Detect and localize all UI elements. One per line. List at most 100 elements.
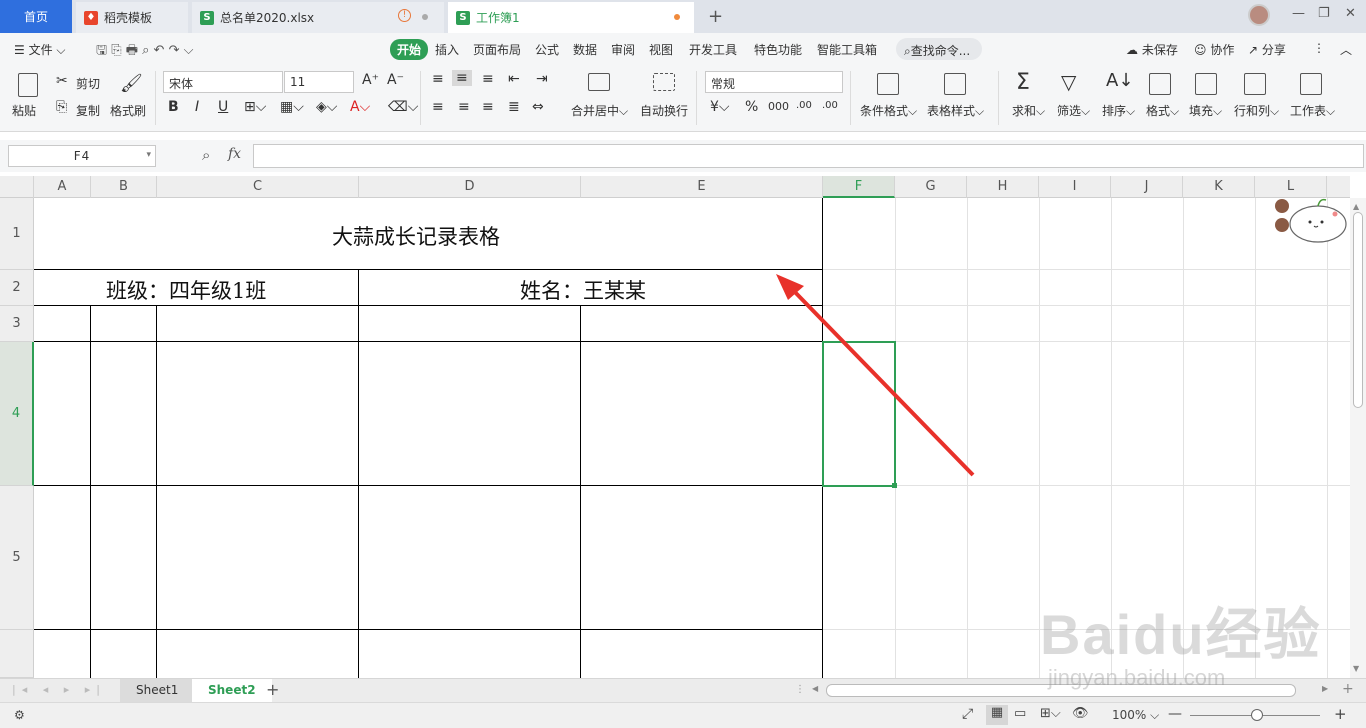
row-header-6[interactable] bbox=[0, 630, 34, 678]
tab-docer-templates[interactable]: ♦ 稻壳模板 bbox=[76, 2, 188, 33]
column-header-K[interactable]: K bbox=[1183, 176, 1255, 198]
border-icon[interactable]: ⊞⌵ bbox=[244, 99, 266, 115]
filter-button[interactable]: 筛选⌵ bbox=[1057, 102, 1090, 119]
share-button[interactable]: ↗ 分享 bbox=[1248, 41, 1286, 58]
column-header-J[interactable]: J bbox=[1111, 176, 1183, 198]
worksheet-icon[interactable] bbox=[1300, 73, 1322, 95]
align-bottom-icon[interactable]: ≡ bbox=[482, 71, 494, 87]
justify-icon[interactable]: ≣ bbox=[508, 99, 520, 115]
tab-roster-file[interactable]: S 总名单2020.xlsx ! bbox=[192, 2, 444, 33]
format-button[interactable]: 格式⌵ bbox=[1146, 102, 1179, 119]
column-header-H[interactable]: H bbox=[967, 176, 1039, 198]
format-icon[interactable] bbox=[1149, 73, 1171, 95]
select-all-corner[interactable] bbox=[0, 176, 34, 198]
percent-icon[interactable]: % bbox=[745, 99, 758, 115]
menu-tab-review[interactable]: 审阅 bbox=[611, 41, 635, 58]
cut-icon[interactable]: ✂ bbox=[56, 73, 68, 89]
zoom-formula-icon[interactable]: ⌕ bbox=[202, 146, 210, 164]
tab-workbook1[interactable]: S 工作簿1 bbox=[448, 2, 694, 33]
zoom-out-icon[interactable]: — bbox=[1168, 706, 1182, 722]
more-icon[interactable]: ⋮ bbox=[1313, 41, 1325, 55]
align-right-icon[interactable]: ≡ bbox=[482, 99, 494, 115]
fill-color-icon[interactable]: ◈⌵ bbox=[316, 99, 337, 115]
row-column-button[interactable]: 行和列⌵ bbox=[1234, 102, 1279, 119]
font-family-select[interactable]: 宋体 bbox=[163, 71, 283, 93]
menu-tab-smart-tools[interactable]: 智能工具箱 bbox=[817, 41, 877, 58]
collab-button[interactable]: ☺ 协作 bbox=[1194, 41, 1234, 58]
italic-icon[interactable]: I bbox=[195, 99, 199, 115]
column-header-F[interactable]: F bbox=[823, 176, 895, 198]
sort-button[interactable]: 排序⌵ bbox=[1102, 102, 1135, 119]
command-search[interactable]: ⌕查找命令... bbox=[896, 38, 982, 60]
unsaved-dot-icon[interactable] bbox=[674, 14, 680, 20]
align-middle-icon[interactable]: ≡ bbox=[452, 70, 472, 86]
currency-icon[interactable]: ¥⌵ bbox=[710, 99, 730, 115]
page-break-icon[interactable]: ⊞⌵ bbox=[1040, 706, 1061, 721]
sort-icon[interactable]: A↓ bbox=[1106, 70, 1133, 91]
normal-view-icon[interactable]: ▦ bbox=[986, 705, 1008, 725]
menu-tab-developer[interactable]: 开发工具 bbox=[689, 41, 737, 58]
menu-tab-formula[interactable]: 公式 bbox=[535, 41, 559, 58]
avatar[interactable] bbox=[1248, 4, 1270, 26]
split-handle-icon[interactable]: ⋮ bbox=[795, 684, 805, 695]
column-header-L[interactable]: L bbox=[1255, 176, 1327, 198]
merge-center-button[interactable]: 合并居中⌵ bbox=[571, 102, 628, 119]
zoom-in-icon[interactable]: + bbox=[1334, 705, 1347, 723]
sum-button[interactable]: 求和⌵ bbox=[1012, 102, 1045, 119]
sum-icon[interactable]: Σ bbox=[1016, 70, 1030, 95]
menu-tab-data[interactable]: 数据 bbox=[573, 41, 597, 58]
fill-icon[interactable] bbox=[1195, 73, 1217, 95]
worksheet-button[interactable]: 工作表⌵ bbox=[1290, 102, 1335, 119]
copy-icon[interactable]: ⎘ bbox=[56, 99, 67, 115]
fx-icon[interactable]: fx bbox=[228, 146, 241, 162]
eye-protection-icon[interactable]: 👁 bbox=[1072, 706, 1089, 721]
zoom-slider-knob[interactable] bbox=[1251, 709, 1263, 721]
column-header-D[interactable]: D bbox=[359, 176, 581, 198]
tab-home[interactable]: 首页 bbox=[0, 0, 72, 33]
column-header-A[interactable]: A bbox=[34, 176, 91, 198]
menu-tab-insert[interactable]: 插入 bbox=[435, 41, 459, 58]
align-top-icon[interactable]: ≡ bbox=[432, 71, 444, 87]
bold-icon[interactable]: B bbox=[168, 99, 179, 115]
chevron-down-icon[interactable]: ▾ bbox=[146, 150, 152, 160]
close-dot-icon[interactable] bbox=[422, 14, 428, 20]
table-style-button[interactable]: 表格样式⌵ bbox=[927, 102, 984, 119]
restore-icon[interactable]: ❐ bbox=[1318, 6, 1330, 21]
number-format-select[interactable]: 常规 bbox=[705, 71, 843, 93]
align-left-icon[interactable]: ≡ bbox=[432, 99, 444, 115]
row-header-5[interactable]: 5 bbox=[0, 486, 34, 630]
row-header-2[interactable]: 2 bbox=[0, 270, 34, 306]
indent-decrease-icon[interactable]: ⇤ bbox=[508, 71, 520, 87]
sheet-tab-sheet1[interactable]: Sheet1 bbox=[120, 679, 195, 702]
scroll-down-icon[interactable]: ▼ bbox=[1353, 664, 1359, 673]
file-menu[interactable]: ☰ 文件 ⌵ bbox=[14, 41, 66, 58]
scroll-left-icon[interactable]: ◀ bbox=[812, 684, 818, 693]
font-color-icon[interactable]: A⌵ bbox=[350, 99, 370, 115]
align-center-icon[interactable]: ≡ bbox=[458, 99, 470, 115]
column-header-I[interactable]: I bbox=[1039, 176, 1111, 198]
underline-icon[interactable]: U bbox=[218, 99, 228, 115]
column-header-E[interactable]: E bbox=[581, 176, 823, 198]
format-painter-icon[interactable]: 🖌 bbox=[120, 73, 143, 94]
add-sheet-icon[interactable]: + bbox=[266, 680, 279, 699]
scroll-right-icon[interactable]: ▶ bbox=[1322, 684, 1328, 693]
name-box[interactable]: F4 ▾ bbox=[8, 145, 156, 167]
sheet-tab-sheet2[interactable]: Sheet2 bbox=[192, 679, 272, 702]
minimize-icon[interactable]: — bbox=[1292, 6, 1305, 21]
column-header-B[interactable]: B bbox=[91, 176, 157, 198]
close-icon[interactable]: ✕ bbox=[1345, 6, 1356, 21]
zoom-select[interactable]: 100% ⌵ bbox=[1112, 708, 1159, 723]
page-layout-icon[interactable]: ▭ bbox=[1014, 706, 1026, 721]
unsaved-button[interactable]: ☁ 未保存 bbox=[1126, 41, 1178, 58]
increase-decimal-icon[interactable]: .00 bbox=[796, 100, 812, 111]
column-header-C[interactable]: C bbox=[157, 176, 359, 198]
new-tab-plus-icon[interactable]: + bbox=[708, 6, 723, 27]
font-grow-icon[interactable]: A⁺ bbox=[362, 72, 379, 88]
paste-button[interactable]: 粘贴 bbox=[12, 102, 36, 119]
decrease-decimal-icon[interactable]: .00 bbox=[822, 100, 838, 111]
add-column-icon[interactable]: + bbox=[1342, 681, 1354, 697]
wrap-text-icon[interactable] bbox=[653, 73, 675, 91]
paste-icon[interactable] bbox=[18, 73, 38, 97]
scroll-up-icon[interactable]: ▲ bbox=[1353, 202, 1359, 211]
table-style-icon[interactable] bbox=[944, 73, 966, 95]
